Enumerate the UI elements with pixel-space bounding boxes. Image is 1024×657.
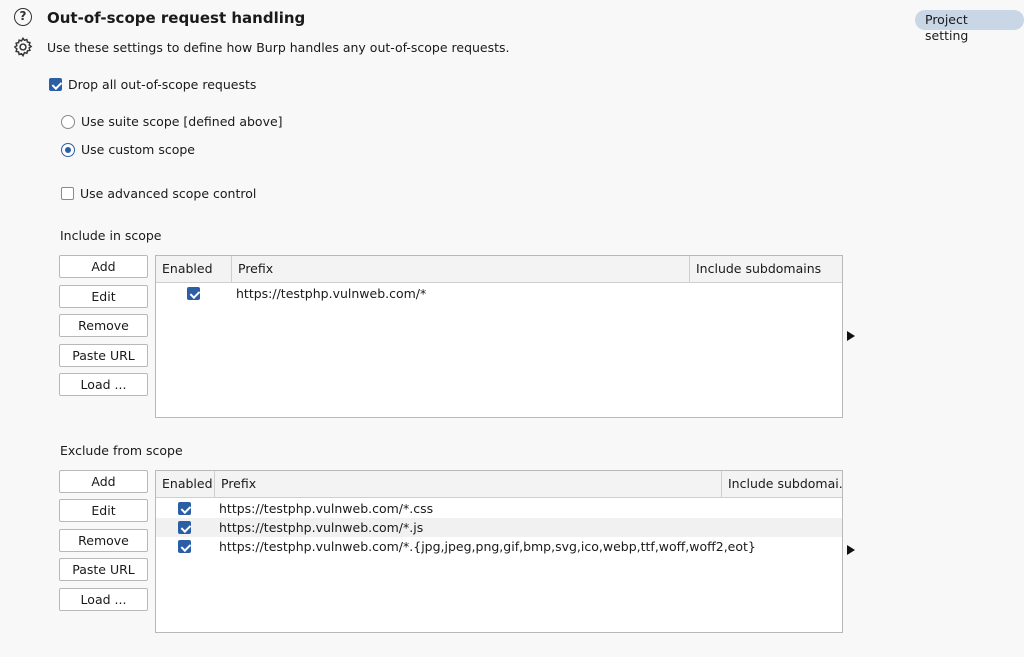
gear-icon[interactable] [12, 36, 34, 58]
drop-all-checkbox[interactable] [49, 78, 62, 91]
exclude-edit-button[interactable]: Edit [59, 499, 148, 522]
include-remove-button[interactable]: Remove [59, 314, 148, 337]
row-prefix: https://testphp.vulnweb.com/*.css [219, 501, 434, 516]
section-description: Use these settings to define how Burp ha… [47, 40, 510, 55]
custom-scope-option[interactable]: Use custom scope [61, 142, 195, 157]
table-row[interactable]: https://testphp.vulnweb.com/*.js [156, 518, 842, 537]
section-title: Out-of-scope request handling [47, 9, 306, 27]
row-enabled-checkbox[interactable] [178, 502, 191, 515]
column-include-subdomains[interactable]: Include subdomai... [722, 471, 842, 497]
row-prefix: https://testphp.vulnweb.com/*.{jpg,jpeg,… [219, 539, 756, 554]
table-row[interactable]: https://testphp.vulnweb.com/*.css [156, 499, 842, 518]
column-prefix[interactable]: Prefix [215, 471, 722, 497]
column-enabled[interactable]: Enabled [156, 471, 215, 497]
exclude-load-button[interactable]: Load ... [59, 588, 148, 611]
custom-scope-radio[interactable] [61, 142, 75, 157]
suite-scope-label: Use suite scope [defined above] [81, 114, 283, 129]
row-enabled-checkbox[interactable] [178, 540, 191, 553]
include-edit-button[interactable]: Edit [59, 285, 148, 308]
exclude-scope-table[interactable]: Enabled Prefix Include subdomai... https… [155, 470, 843, 633]
custom-scope-label: Use custom scope [81, 142, 195, 157]
advanced-scope-checkbox[interactable] [61, 187, 74, 200]
project-setting-badge: Project setting [915, 10, 1024, 43]
table-row[interactable]: https://testphp.vulnweb.com/* [156, 284, 842, 303]
include-load-button[interactable]: Load ... [59, 373, 148, 396]
exclude-scope-label: Exclude from scope [60, 443, 183, 458]
exclude-paste-url-button[interactable]: Paste URL [59, 558, 148, 581]
help-icon[interactable]: ? [14, 8, 32, 26]
drop-all-option[interactable]: Drop all out-of-scope requests [49, 77, 256, 92]
advanced-scope-option[interactable]: Use advanced scope control [61, 186, 256, 201]
advanced-scope-label: Use advanced scope control [80, 186, 257, 201]
column-include-subdomains[interactable]: Include subdomains [690, 256, 842, 282]
include-add-button[interactable]: Add [59, 255, 148, 278]
include-scope-label: Include in scope [60, 228, 162, 243]
row-prefix: https://testphp.vulnweb.com/* [236, 286, 427, 301]
table-header: Enabled Prefix Include subdomains [156, 256, 842, 283]
exclude-add-button[interactable]: Add [59, 470, 148, 493]
row-enabled-checkbox[interactable] [178, 521, 191, 534]
drop-all-label: Drop all out-of-scope requests [68, 77, 257, 92]
expand-arrow-icon[interactable] [847, 331, 855, 341]
include-paste-url-button[interactable]: Paste URL [59, 344, 148, 367]
row-prefix: https://testphp.vulnweb.com/*.js [219, 520, 424, 535]
table-row[interactable]: https://testphp.vulnweb.com/*.{jpg,jpeg,… [156, 537, 842, 556]
table-header: Enabled Prefix Include subdomai... [156, 471, 842, 498]
expand-arrow-icon[interactable] [847, 545, 855, 555]
row-enabled-checkbox[interactable] [187, 287, 200, 300]
column-prefix[interactable]: Prefix [232, 256, 690, 282]
column-enabled[interactable]: Enabled [156, 256, 232, 282]
suite-scope-option[interactable]: Use suite scope [defined above] [61, 114, 283, 129]
exclude-remove-button[interactable]: Remove [59, 529, 148, 552]
suite-scope-radio[interactable] [61, 114, 75, 129]
include-scope-table[interactable]: Enabled Prefix Include subdomains https:… [155, 255, 843, 418]
